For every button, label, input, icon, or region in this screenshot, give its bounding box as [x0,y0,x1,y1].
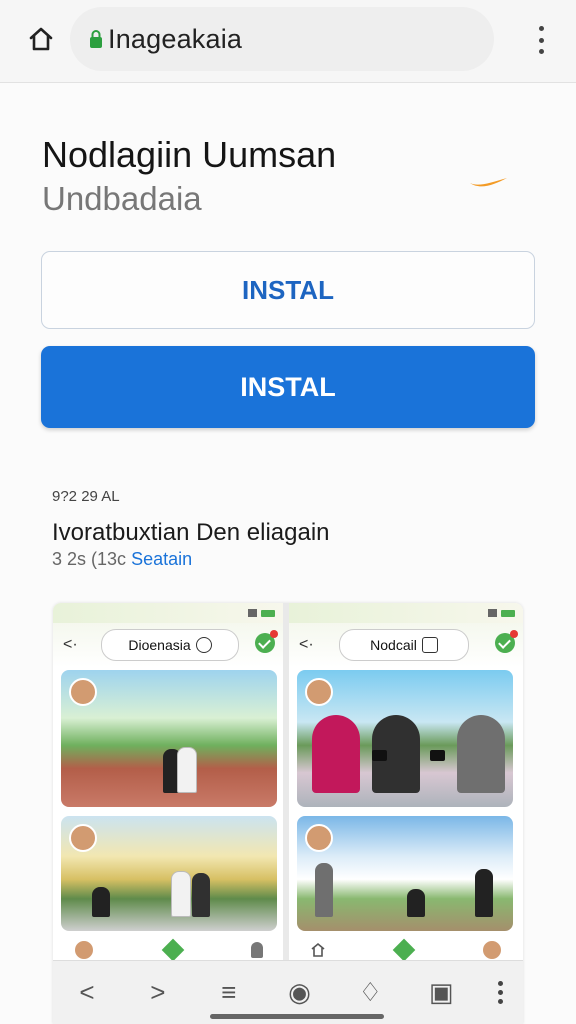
back-icon[interactable]: < [73,977,101,1007]
status-bar [53,603,283,623]
battery-icon [501,609,515,617]
menu-dot-icon [538,37,544,43]
home-indicator[interactable] [210,1014,384,1019]
menu-dot-icon [538,26,544,31]
heart-icon[interactable] [161,938,185,962]
person-image [315,863,333,917]
home-icon[interactable] [309,941,327,959]
notification-dot-icon [510,630,518,638]
person-image [92,887,110,917]
phone-app-header: <· Nodcail [289,623,523,667]
person-image [171,871,191,917]
person-image [475,869,493,917]
photo-card-courtyard[interactable] [61,670,277,807]
app-subtitle: Undbadaia [42,180,202,217]
avatar [69,678,97,706]
camera-icon[interactable]: ◉ [285,977,313,1007]
home-button[interactable] [24,22,58,56]
map-icon [421,637,438,653]
person-image [177,747,197,793]
home-icon [29,27,53,51]
swoosh-logo-icon [470,178,507,187]
app-title: Nodlagiin Uumsan [42,134,337,175]
photo-card-visitors[interactable] [297,670,513,807]
hamburger-menu-icon[interactable]: ≡ [215,977,243,1007]
notification-dot-icon [270,630,278,638]
install-secondary-button[interactable]: INSTAL [41,251,535,329]
avatar [481,939,503,961]
heart-icon[interactable] [392,938,416,962]
user-icon[interactable] [251,942,263,958]
person-image [457,715,505,793]
avatar [305,678,333,706]
battery-icon [261,609,275,617]
phone-search-text: Dioenasia [128,637,191,653]
phone-search-pill[interactable]: Nodcail [339,629,469,661]
photo-card-village[interactable] [297,816,513,931]
person-image [407,889,425,917]
phone-search-pill[interactable]: Dioenasia [101,629,239,661]
status-bar [289,603,523,623]
lock-icon [90,30,102,48]
browser-menu-button[interactable] [536,26,546,54]
phone-app-header: <· Dioenasia [53,623,283,667]
person-image [192,873,210,917]
back-arrow-icon[interactable]: <· [299,636,314,654]
phone-search-text: Nodcail [370,637,417,653]
forward-icon[interactable]: > [144,977,172,1007]
signal-icon [488,609,497,617]
url-text: Inageakaia [108,23,243,54]
notification-bell-icon[interactable]: ♢ [356,977,384,1007]
edit-icon[interactable]: ▣ [427,977,455,1007]
menu-dot-icon [538,49,544,54]
more-menu-icon[interactable] [497,981,503,1004]
status-icons [248,609,275,617]
meta-small-text: 9?2 29 AL [52,488,120,505]
signal-icon [248,609,257,617]
browser-top-bar: Inageakaia [0,0,576,83]
meta-link[interactable]: Seatain [131,549,192,569]
meta-line-prefix: 3 2s (13c [52,549,127,569]
avatar [69,824,97,852]
person-image [312,715,360,793]
status-icons [488,609,515,617]
avatar [73,939,95,961]
install-primary-button[interactable]: INSTAL [41,346,535,428]
camera-icon [372,750,387,761]
address-bar[interactable]: Inageakaia [70,7,494,71]
back-arrow-icon[interactable]: <· [63,636,78,654]
meta-title: Ivoratbuxtian Den eliagain [52,519,330,546]
photo-card-house[interactable] [61,816,277,931]
meta-line: 3 2s (13c Seatain [52,549,192,570]
camera-icon [430,750,445,761]
close-circle-icon [195,637,212,653]
avatar [305,824,333,852]
